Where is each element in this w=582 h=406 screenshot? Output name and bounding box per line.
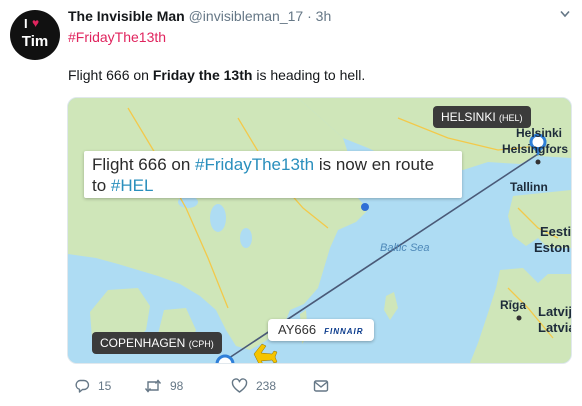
chevron-down-icon[interactable] bbox=[560, 10, 570, 18]
retweet-button[interactable]: 98 bbox=[144, 376, 183, 396]
map-label-riga: Rīga bbox=[500, 298, 527, 312]
tweet-header: The Invisible Man @invisibleman_17 · 3h bbox=[68, 8, 331, 24]
retweet-icon bbox=[144, 379, 162, 393]
tweet-text-part1: Flight 666 on bbox=[68, 67, 153, 83]
copenhagen-badge-name: COPENHAGEN bbox=[100, 336, 186, 350]
banner-line-2: to #HEL bbox=[92, 175, 454, 196]
copenhagen-badge: COPENHAGEN (CPH) bbox=[92, 332, 222, 354]
author-name[interactable]: The Invisible Man bbox=[68, 8, 185, 24]
banner-hashtag-hel: #HEL bbox=[110, 176, 154, 195]
flight-code: AY666 bbox=[278, 322, 317, 337]
map-label-eesti: Eesti bbox=[540, 224, 572, 239]
hashtag-link[interactable]: #FridayThe13th bbox=[68, 29, 166, 45]
map-label-latvija: Latvija bbox=[538, 304, 572, 319]
banner-line-1: Flight 666 on #FridayThe13th is now en r… bbox=[92, 154, 454, 175]
helsinki-badge-code: (HEL) bbox=[499, 113, 523, 123]
map-label-helsinki: Helsinki bbox=[516, 126, 563, 140]
map-label-helsingfors: Helsingfors bbox=[502, 142, 569, 156]
tweet-text: Flight 666 on Friday the 13th is heading… bbox=[68, 67, 365, 83]
airline-logo: FINNAIR bbox=[324, 327, 364, 336]
flight-banner: Flight 666 on #FridayThe13th is now en r… bbox=[84, 151, 462, 198]
copenhagen-badge-code: (CPH) bbox=[188, 339, 214, 349]
map-label-baltic-sea: Baltic Sea bbox=[380, 242, 430, 254]
message-button[interactable] bbox=[313, 376, 329, 396]
author-handle[interactable]: @invisibleman_17 bbox=[189, 8, 304, 24]
banner-hashtag-friday: #FridayThe13th bbox=[195, 155, 315, 174]
reply-count: 15 bbox=[98, 379, 112, 393]
flight-label: AY666 FINNAIR bbox=[268, 319, 374, 341]
like-button[interactable]: 238 bbox=[231, 376, 276, 396]
banner-line1-suffix: is now en route bbox=[314, 155, 435, 174]
map-label-tallinn: Tallinn bbox=[510, 180, 548, 194]
like-count: 238 bbox=[256, 379, 277, 393]
map-label-estonia: Estonia bbox=[534, 240, 571, 255]
avatar-text: Tim bbox=[21, 33, 49, 50]
banner-line1-prefix: Flight 666 on bbox=[92, 155, 196, 174]
envelope-icon bbox=[313, 380, 329, 392]
reply-icon bbox=[75, 379, 90, 393]
tweet-text-part2: is heading to hell. bbox=[252, 67, 366, 83]
heart-icon: ♥ bbox=[32, 16, 40, 30]
avatar[interactable]: I ♥ Tim bbox=[10, 10, 60, 60]
reply-button[interactable]: 15 bbox=[74, 376, 111, 396]
time-separator: · bbox=[307, 8, 312, 24]
retweet-count: 98 bbox=[170, 379, 184, 393]
helsinki-badge-name: HELSINKI bbox=[441, 110, 496, 124]
avatar-letter: I bbox=[24, 16, 28, 31]
map-card[interactable]: Helsinki Helsingfors Tallinn Eesti Eston… bbox=[67, 97, 572, 364]
heart-outline-icon bbox=[231, 378, 248, 393]
helsinki-badge: HELSINKI (HEL) bbox=[433, 106, 531, 128]
banner-line2-prefix: to bbox=[92, 176, 111, 195]
tweet-text-bold: Friday the 13th bbox=[152, 67, 253, 83]
tweet-time[interactable]: 3h bbox=[316, 8, 332, 24]
map-label-latvia: Latvia bbox=[538, 320, 572, 335]
tweet: I ♥ Tim The Invisible Man @invisibleman_… bbox=[0, 0, 582, 406]
